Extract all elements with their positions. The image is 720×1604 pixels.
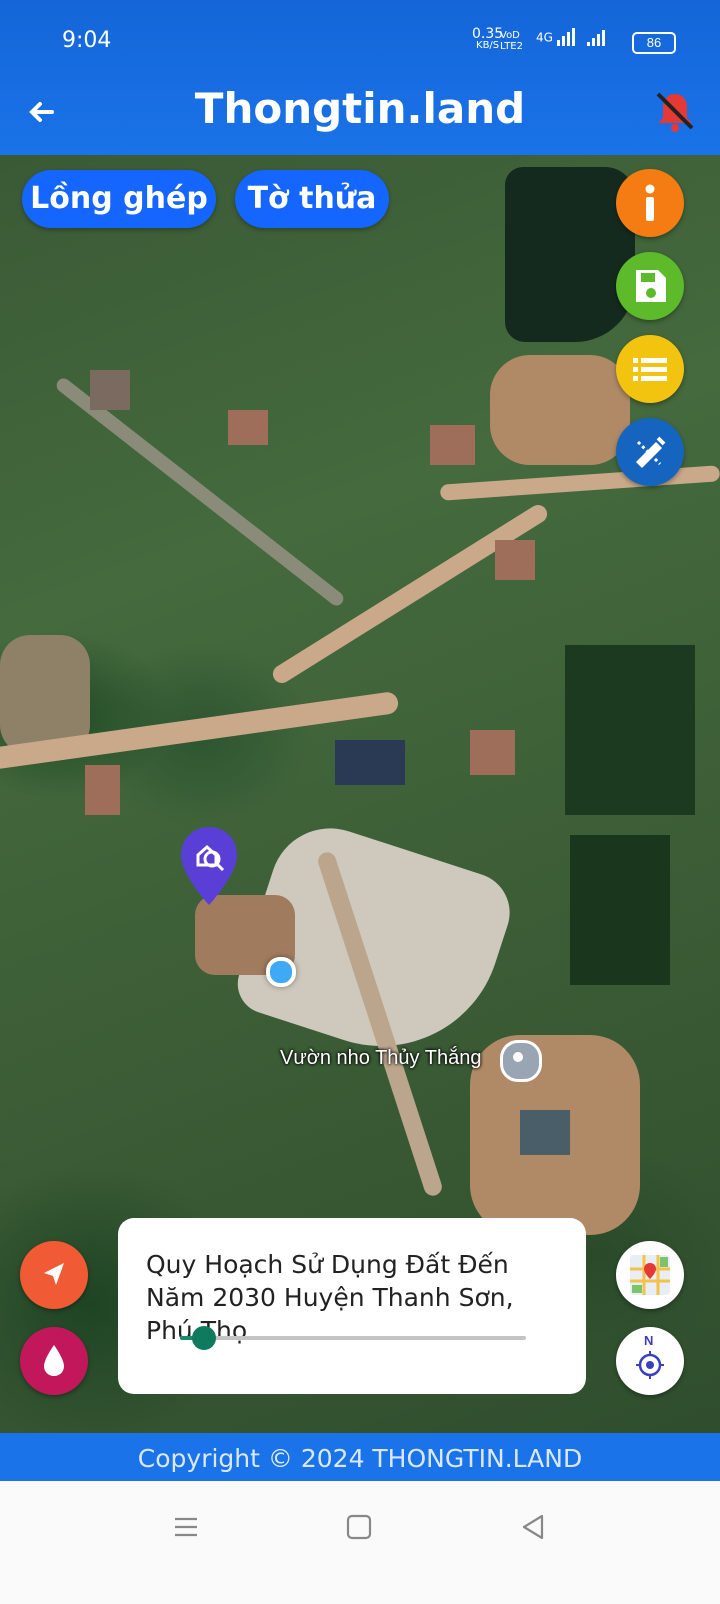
list-icon [633, 358, 667, 381]
house-search-pin-icon [181, 827, 237, 905]
compass-north-label: N [644, 1333, 654, 1348]
menu-icon [175, 1517, 197, 1537]
net-speed-value: 0.35 [472, 26, 504, 42]
compass-button[interactable]: N [616, 1327, 684, 1395]
pond-small [335, 740, 405, 785]
droplet-icon [44, 1345, 64, 1376]
layer-info-card: Quy Hoạch Sử Dụng Đất Đến Năm 2030 Huyện… [118, 1218, 586, 1394]
edit-ruler-icon [636, 436, 666, 468]
home-square-icon [346, 1514, 372, 1540]
bell-off-icon [656, 92, 694, 132]
road-diagonal [269, 501, 551, 687]
info-button[interactable] [616, 169, 684, 237]
volte-indicator: VoD LTE2 [500, 30, 523, 52]
signal-indicator: 4G [536, 28, 617, 48]
satellite-map[interactable]: Lồng ghép Tờ thửa Vườn nho Thủy Thắng N … [0, 155, 720, 1467]
net-speed-unit: KB/S [476, 40, 500, 51]
top-app-bar: 9:04 0.35 KB/S VoD LTE2 4G 86 Thongtin.l… [0, 0, 720, 155]
copyright-footer: Copyright © 2024 THONGTIN.LAND [0, 1433, 720, 1481]
status-net-speed: 0.35 KB/S [472, 26, 504, 52]
map-thumbnail-icon [630, 1255, 670, 1295]
house-2 [430, 425, 475, 465]
info-icon [645, 184, 655, 221]
field-dark-right [565, 645, 695, 815]
status-time: 9:04 [62, 28, 112, 53]
location-pin-icon [513, 1052, 523, 1062]
signal-bars-icon [556, 28, 605, 46]
search-location-marker[interactable] [178, 825, 240, 907]
list-button[interactable] [616, 335, 684, 403]
house-5 [90, 370, 130, 410]
toggle-to-thua-button[interactable]: Tờ thửa [235, 170, 389, 228]
house-3 [495, 540, 535, 580]
navigation-arrow-icon [44, 1263, 64, 1285]
dirt-patch-top [490, 355, 630, 465]
opacity-slider-track[interactable] [180, 1336, 526, 1340]
home-button[interactable] [341, 1509, 377, 1545]
locate-me-button[interactable] [20, 1241, 88, 1309]
field-dark-right-lower [570, 835, 670, 985]
poi-marker[interactable] [500, 1040, 542, 1082]
toggle-long-ghep-button[interactable]: Lồng ghép [22, 170, 216, 228]
mute-notifications-button[interactable] [652, 88, 698, 134]
back-triangle-icon [522, 1514, 544, 1540]
save-button[interactable] [616, 252, 684, 320]
app-title: Thongtin.land [194, 84, 526, 133]
edit-measure-button[interactable] [616, 418, 684, 486]
house-4 [470, 730, 515, 775]
save-icon [636, 270, 666, 302]
system-nav-bar [0, 1481, 720, 1604]
road-upper-left [53, 375, 347, 609]
network-type: 4G [536, 30, 553, 45]
house-1 [228, 410, 268, 445]
recent-apps-button[interactable] [168, 1509, 204, 1545]
layer-opacity-button[interactable] [20, 1327, 88, 1395]
poi-label: Vườn nho Thủy Thắng [280, 1047, 482, 1069]
house-6 [85, 765, 120, 815]
basemap-button[interactable] [616, 1241, 684, 1309]
system-back-button[interactable] [515, 1509, 551, 1545]
battery-indicator: 86 [632, 32, 676, 54]
house-7 [520, 1110, 570, 1155]
current-location-dot [266, 957, 296, 987]
